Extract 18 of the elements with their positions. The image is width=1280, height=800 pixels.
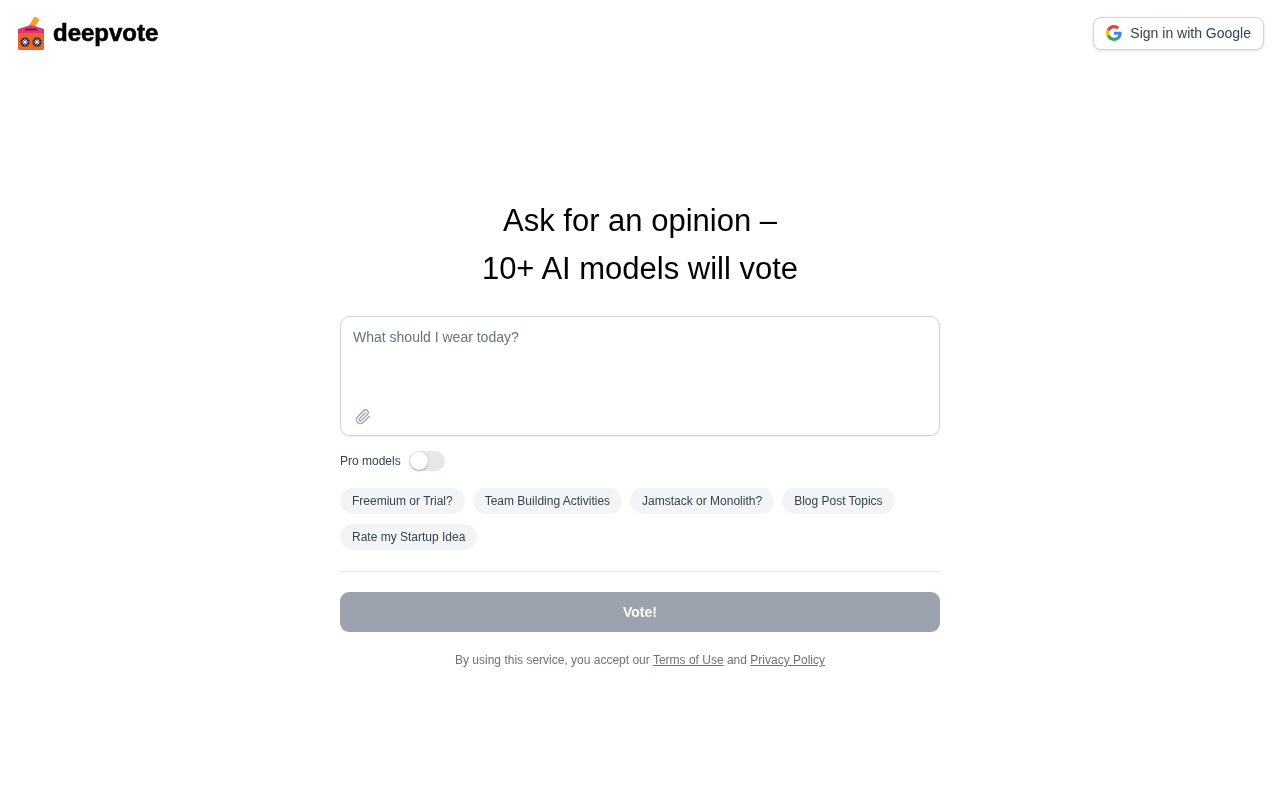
suggestion-chip[interactable]: Rate my Startup Idea xyxy=(340,524,478,550)
pro-models-toggle[interactable] xyxy=(408,451,445,471)
headline: Ask for an opinion – xyxy=(503,202,777,240)
google-sign-in-button[interactable]: Sign in with Google xyxy=(1093,16,1264,50)
google-g-icon xyxy=(1106,25,1123,41)
legal-link[interactable]: Privacy Policy xyxy=(750,653,825,667)
brand-name: deepvote xyxy=(53,19,159,47)
headline: 10+ AI models will vote xyxy=(481,250,799,288)
paperclip-icon[interactable] xyxy=(355,409,371,425)
pro-models-label: Pro models xyxy=(340,454,401,468)
suggestion-chip[interactable]: Team Building Activities xyxy=(472,488,623,514)
suggestion-chip[interactable]: Blog Post Topics xyxy=(782,488,895,514)
legal-link[interactable]: Terms of Use xyxy=(652,653,724,667)
ballot-box-logo-icon xyxy=(16,16,46,50)
suggestion-chip[interactable]: Jamstack or Monolith? xyxy=(630,488,775,514)
terms-notice: By using this service, you accept our Terms of Use and Privacy Policy xyxy=(454,653,826,667)
question-input-field[interactable]: What should I wear today? xyxy=(340,316,940,436)
suggestion-chip[interactable]: Freemium or Trial? xyxy=(340,488,465,514)
